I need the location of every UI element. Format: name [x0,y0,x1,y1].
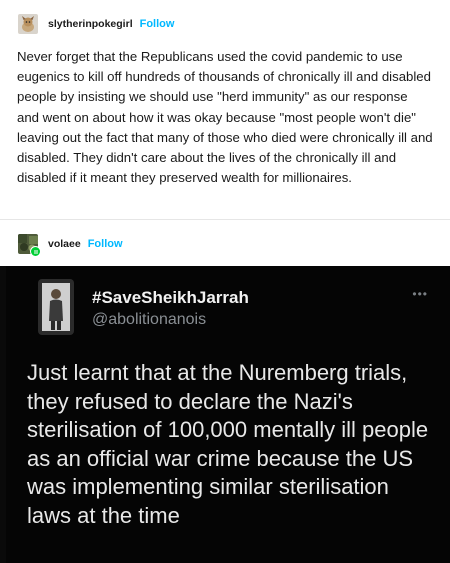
dog-avatar-icon[interactable] [18,14,38,34]
avatar-icon[interactable] [18,234,41,257]
reblog-follow-button[interactable]: Follow [88,238,123,250]
reblog-header: volaee Follow [18,232,123,257]
divider [0,219,450,220]
follow-button[interactable]: Follow [140,18,175,30]
tweet-handle: @abolitionanois [92,311,207,328]
tweet-text: Just learnt that at the Nuremberg trials… [27,360,429,528]
post-body: Never forget that the Republicans used t… [17,49,433,186]
post-username[interactable]: slytherinpokegirl [48,18,133,30]
tweet-avatar [38,279,74,335]
reblog-username[interactable]: volaee [48,238,81,250]
tweet-display-name: #SaveSheikhJarrah [92,288,249,307]
reblog-badge-icon [30,246,41,257]
more-icon[interactable]: ••• [412,287,428,301]
post-header: slytherinpokegirl Follow [18,12,174,36]
